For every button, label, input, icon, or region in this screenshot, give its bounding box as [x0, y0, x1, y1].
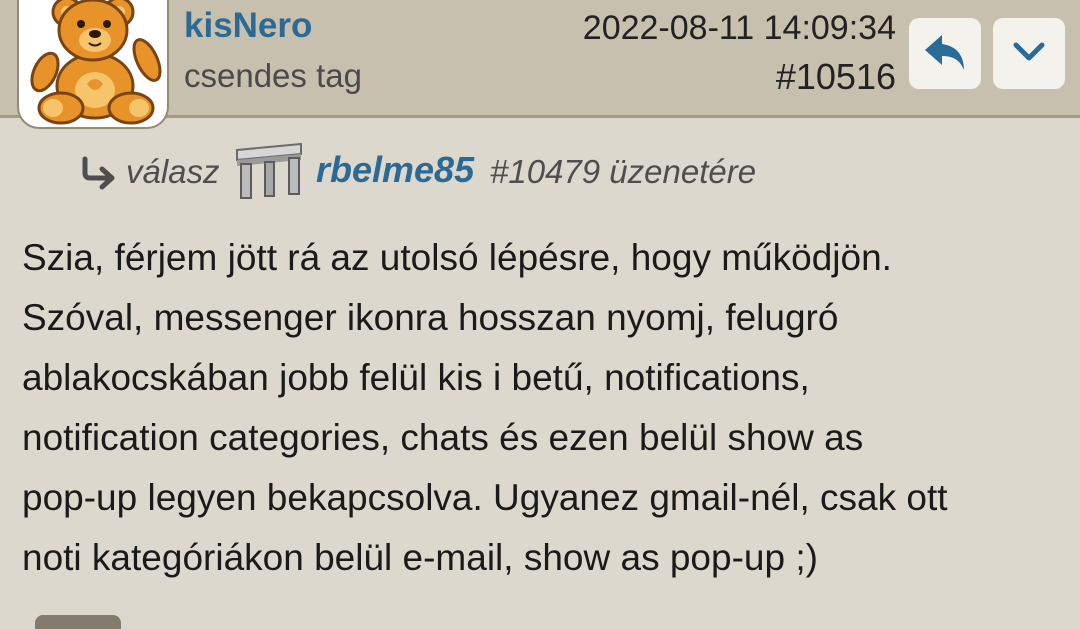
message-body: Szia, férjem jött rá az utolsó lépésre, … — [22, 228, 1072, 588]
message-line: pop-up legyen bekapcsolva. Ugyanez gmail… — [22, 477, 948, 518]
chevron-down-icon — [1013, 42, 1045, 61]
reply-reference-arrow-icon — [82, 156, 115, 190]
user-avatar[interactable] — [17, 0, 169, 129]
more-options-button[interactable] — [993, 18, 1065, 89]
post-username[interactable]: kisNero — [184, 6, 312, 46]
reply-prefix: válasz — [126, 153, 220, 190]
stool-icon[interactable] — [231, 140, 307, 202]
user-rank: csendes tag — [184, 57, 362, 94]
post-timestamp: 2022-08-11 14:09:34 — [582, 9, 896, 47]
message-line: Szia, férjem jött rá az utolsó lépésre, … — [22, 237, 892, 278]
reply-to-username[interactable]: rbelme85 — [316, 149, 474, 191]
reply-to-post-ref[interactable]: #10479 üzenetére — [490, 153, 756, 191]
message-line: Szóval, messenger ikonra hosszan nyomj, … — [22, 297, 839, 338]
message-line: ablakocskában jobb felül kis i betű, not… — [22, 357, 810, 398]
reply-button[interactable] — [909, 18, 981, 89]
message-line: noti kategóriákon belül e-mail, show as … — [22, 537, 818, 578]
next-element-edge — [35, 615, 121, 629]
reply-reference: válasz rbelme85 #10479 üzenetére — [80, 142, 980, 204]
message-line: notification categories, chats és ezen b… — [22, 417, 864, 458]
teddy-bear-icon — [30, 0, 162, 125]
reply-arrow-icon — [925, 35, 964, 70]
post-header: kisNero csendes tag 2022-08-11 14:09:34 … — [0, 0, 1080, 129]
post-number[interactable]: #10516 — [776, 56, 896, 98]
